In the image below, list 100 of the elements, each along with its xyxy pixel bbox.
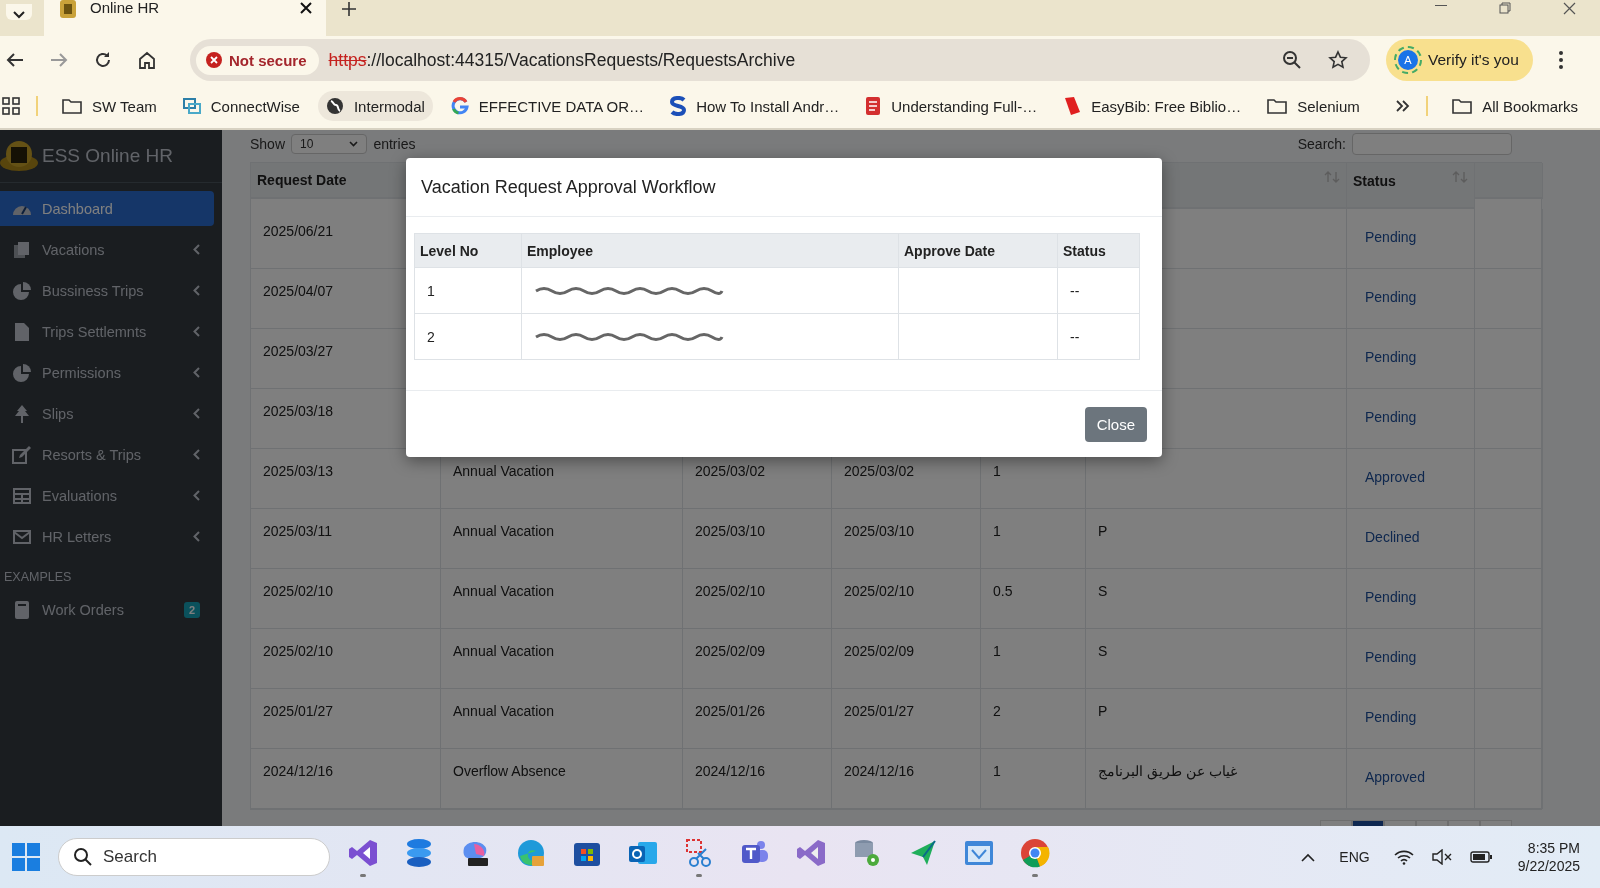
nav-item[interactable]: Slips <box>0 396 214 431</box>
show-label: Show <box>250 136 286 152</box>
tree-icon <box>12 404 32 423</box>
column-header: Status <box>1057 233 1140 268</box>
apps-grid-icon[interactable] <box>2 97 20 115</box>
nav-item[interactable]: HR Letters <box>0 519 214 554</box>
bookmark[interactable]: Selenium <box>1259 91 1368 121</box>
nav-item[interactable]: Bussiness Trips <box>0 273 214 308</box>
bookmark[interactable]: EasyBib: Free Biblio… <box>1055 90 1250 122</box>
close-window-icon[interactable] <box>1563 2 1576 15</box>
table-cell: 2025/02/10 <box>832 569 981 629</box>
table-cell: P <box>1086 509 1347 569</box>
column-header[interactable]: Status <box>1347 163 1475 209</box>
table-cell: Annual Vacation <box>441 689 683 749</box>
chrome-icon[interactable] <box>1020 837 1050 868</box>
minimize-icon[interactable] <box>1435 5 1447 7</box>
reload-icon[interactable] <box>94 51 112 69</box>
nav-item[interactable]: Work Orders 2 <box>0 592 214 627</box>
close-button[interactable]: Close <box>1084 406 1147 442</box>
chevron-left-icon <box>193 490 200 501</box>
status-link[interactable]: Pending <box>1365 709 1417 725</box>
table-cell: S <box>1086 629 1347 689</box>
nav-item[interactable]: Resorts & Trips <box>0 437 214 472</box>
search-field[interactable] <box>1352 133 1512 155</box>
status-link[interactable]: Pending <box>1365 289 1417 305</box>
menu-icon[interactable] <box>1558 51 1563 69</box>
table-cell: 2025/02/09 <box>832 629 981 689</box>
table-cell: Annual Vacation <box>441 509 683 569</box>
table-cell: Overflow Absence <box>441 749 683 809</box>
chevron-left-icon <box>193 449 200 460</box>
chevron-left-icon <box>193 326 200 337</box>
warning-icon <box>206 52 222 68</box>
status-link[interactable]: Pending <box>1365 589 1417 605</box>
search-field[interactable]: Search <box>58 838 330 876</box>
restore-icon[interactable] <box>1499 2 1511 14</box>
home-icon[interactable] <box>138 51 156 69</box>
url-text: https://localhost:44315/VacationsRequests/RequestsArchive <box>328 49 796 71</box>
start-icon[interactable] <box>12 843 40 871</box>
bookmark[interactable]: SW Team <box>54 91 165 121</box>
status-link[interactable]: Declined <box>1365 529 1420 545</box>
verify-button[interactable]: A Verify it's you <box>1386 39 1533 81</box>
stacked-discs-icon[interactable] <box>406 837 432 868</box>
window-app-icon[interactable] <box>964 839 994 866</box>
close-icon[interactable] <box>300 2 312 14</box>
folder-icon <box>1267 98 1288 114</box>
muted-speaker-icon[interactable] <box>1431 849 1452 865</box>
brand-name: ESS Online HR <box>42 145 173 167</box>
vs-icon[interactable] <box>348 837 378 868</box>
language-indicator[interactable]: ENG <box>1339 849 1370 865</box>
status-link[interactable]: Pending <box>1365 349 1417 365</box>
address-bar[interactable]: Not secure https://localhost:44315/VacationsRequests/RequestsArchive <box>190 39 1370 81</box>
chevron-left-icon <box>193 531 200 542</box>
browser-app-icon[interactable] <box>516 837 546 868</box>
browser-tab[interactable]: Online HR <box>44 0 326 36</box>
back-icon[interactable] <box>6 52 24 68</box>
chevron-up-icon[interactable] <box>1301 852 1316 862</box>
edit-icon <box>12 445 32 464</box>
bookmark[interactable]: Intermodal <box>317 91 433 121</box>
battery-icon[interactable] <box>1469 851 1492 863</box>
zoom-icon[interactable] <box>1282 50 1302 70</box>
count-badge: 2 <box>183 601 200 618</box>
pie-chart-icon <box>12 281 32 300</box>
wifi-icon[interactable] <box>1393 849 1414 865</box>
all-bookmarks-button[interactable]: All Bookmarks <box>1444 91 1586 121</box>
table-icon <box>12 487 32 504</box>
tab-list-icon[interactable] <box>6 4 32 20</box>
table-cell: 1 <box>981 749 1086 809</box>
vs-icon[interactable] <box>796 837 826 868</box>
arrow-app-icon[interactable] <box>909 838 937 867</box>
status-link[interactable]: Pending <box>1365 649 1417 665</box>
status-link[interactable]: Approved <box>1365 469 1425 485</box>
bookmark[interactable]: ConnectWise <box>174 91 308 121</box>
pie-chart-icon <box>12 363 32 382</box>
database-gear-icon[interactable] <box>852 837 882 868</box>
table-cell: غياب عن طريق البرنامج <box>1086 749 1347 809</box>
new-tab-icon[interactable] <box>342 2 356 16</box>
bookmark[interactable]: How To Install Andr… <box>662 90 848 122</box>
page-length-select[interactable]: 10 <box>291 134 368 154</box>
table-cell: 0.5 <box>981 569 1086 629</box>
star-icon[interactable] <box>1328 50 1348 70</box>
nav-item[interactable]: Dashboard <box>0 191 214 226</box>
status-link[interactable]: Approved <box>1365 769 1425 785</box>
forward-icon[interactable] <box>50 52 68 68</box>
security-chip[interactable]: Not secure <box>196 45 319 75</box>
table-cell: 2024/12/16 <box>832 749 981 809</box>
table-cell: 2025/01/27 <box>832 689 981 749</box>
bookmark[interactable]: EFFECTIVE DATA OR… <box>442 91 653 121</box>
bookmark[interactable]: Understanding Full-… <box>857 90 1046 122</box>
table-cell: 2025/01/27 <box>251 689 441 749</box>
clock[interactable]: 8:35 PM 9/22/2025 <box>1517 840 1580 874</box>
table-cell: 2025/01/26 <box>683 689 832 749</box>
status-link[interactable]: Pending <box>1365 409 1417 425</box>
nav-item[interactable]: Permissions <box>0 355 214 390</box>
scissors-icon[interactable] <box>684 837 714 868</box>
status-link[interactable]: Pending <box>1365 229 1417 245</box>
nav-item[interactable]: Trips Settlemnts <box>0 314 214 349</box>
column-header: Employee <box>521 233 899 268</box>
nav-item[interactable]: Vacations <box>0 232 214 267</box>
chevrons-icon[interactable] <box>1396 100 1411 112</box>
nav-item[interactable]: Evaluations <box>0 478 214 513</box>
